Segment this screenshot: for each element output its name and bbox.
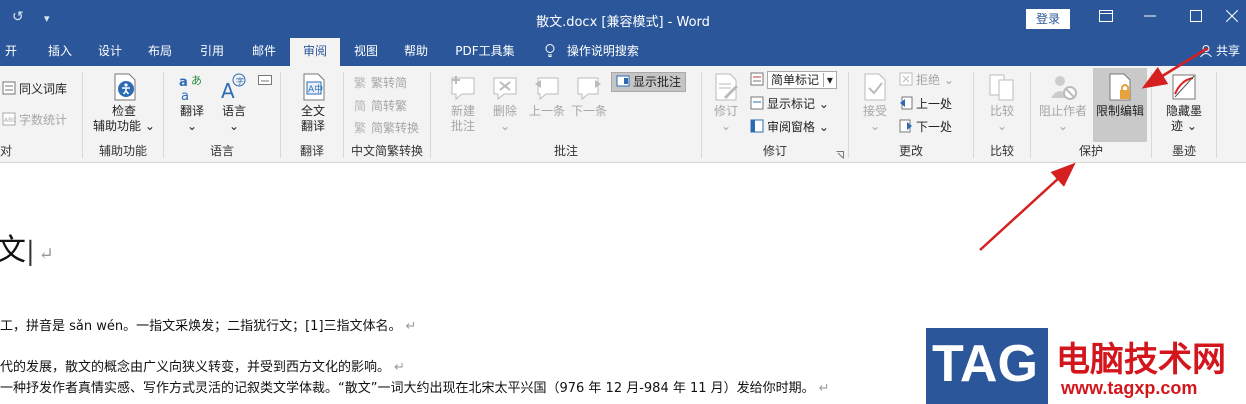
- watermark-url: www.tagxp.com: [1061, 378, 1198, 398]
- tag-logo-text: TAG: [932, 335, 1038, 393]
- arrow-to-protect-group: [979, 162, 1076, 251]
- watermark-logo: TAG 电脑技术网 www.tagxp.com: [926, 328, 1246, 404]
- watermark-title: 电脑技术网: [1056, 340, 1226, 380]
- arrow-to-restrict-editing: [1141, 46, 1209, 89]
- tag-logo-box: TAG: [926, 328, 1048, 404]
